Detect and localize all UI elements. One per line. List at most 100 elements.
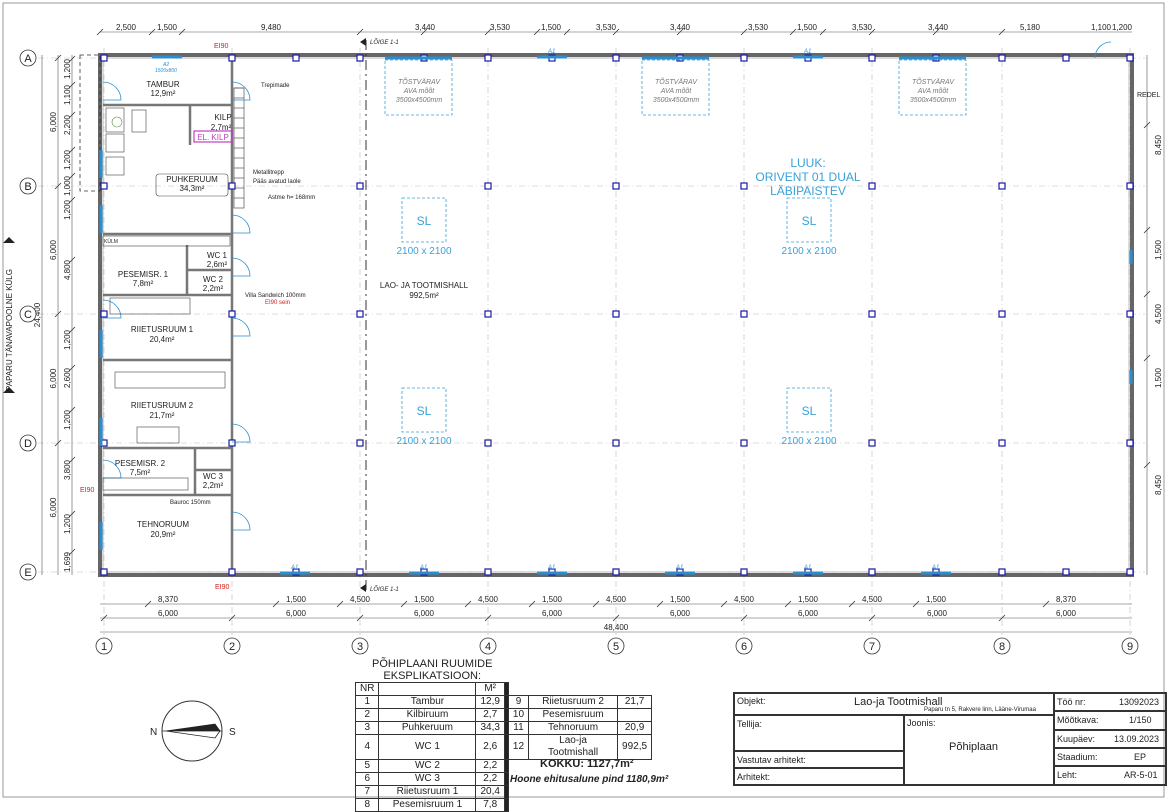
gate-sub: AVA mõõt: [403, 88, 436, 95]
grid-bubble-label: 1: [101, 641, 107, 653]
dim-label: 6,000: [286, 609, 307, 618]
column: [998, 182, 1006, 190]
column: [1126, 439, 1134, 447]
table-cell: Kilbiruum: [378, 708, 477, 722]
table-cell: Riietusruum 2: [528, 695, 619, 709]
skylight-label: SL: [417, 214, 432, 228]
room-name: WC 2: [203, 275, 224, 284]
section-labels: LÕIGE 1-1 LÕIGE 1-1: [370, 39, 399, 593]
dim-label: 1,200: [1112, 23, 1133, 32]
grid-bubble-label: 4: [485, 641, 491, 653]
column: [356, 568, 364, 576]
table-cell: WC 3: [378, 772, 477, 786]
skylight-size: 2100 x 2100: [781, 436, 836, 447]
dim-label: 6,000: [670, 609, 691, 618]
dim-label: 6,000: [542, 609, 563, 618]
grid-bubble-label: 2: [229, 641, 235, 653]
dim-label: 4,500: [1154, 303, 1163, 324]
room-area: 20,4m²: [150, 335, 175, 344]
room-area: 21,7m²: [150, 411, 175, 420]
dim-label: 6,000: [158, 609, 179, 618]
column: [100, 182, 108, 190]
column: [1126, 568, 1134, 576]
column: [484, 310, 492, 318]
dim-label: 3,440: [670, 23, 691, 32]
column: [612, 54, 620, 62]
note-redel: REDEL: [1137, 92, 1160, 99]
dim-label: 6,000: [49, 497, 58, 518]
column: [228, 54, 236, 62]
column: [1126, 54, 1134, 62]
dim-label: 3,530: [852, 23, 873, 32]
column: [612, 310, 620, 318]
grid-bubble-label: 6: [741, 641, 747, 653]
gate-sub: AVA mõõt: [660, 88, 693, 95]
room-area: 992,5m²: [409, 291, 439, 300]
column: [356, 439, 364, 447]
column: [356, 310, 364, 318]
dim-label: 1,500: [798, 595, 819, 604]
column: [100, 310, 108, 318]
gate-size: 3500x4500mm: [910, 97, 956, 104]
door: [231, 257, 251, 277]
tb-toonr-label: Töö nr:: [1057, 697, 1086, 707]
column: [612, 182, 620, 190]
table-cell: 34,3: [475, 721, 505, 735]
skylights: SL 2100 x 2100 SL 2100 x 2100 SL 2100 x 2100 S…: [396, 197, 837, 447]
stairs: [233, 87, 245, 209]
table-cell: Lao-ja Tootmishall: [528, 734, 619, 760]
room-name: PESEMISR. 2: [115, 459, 166, 468]
gate-size: 3500x4500mm: [653, 97, 699, 104]
table-cell: 2,6: [475, 734, 505, 760]
dim-label: 3,440: [928, 23, 949, 32]
room-name: KILP: [214, 113, 231, 122]
compass: N S: [150, 700, 236, 762]
column: [998, 54, 1006, 62]
street-side: PAPARU TÄNAVAPOOLNE KÜLG: [3, 237, 15, 393]
dim-label: 3,440: [415, 23, 436, 32]
dim-label: 1,500: [670, 595, 691, 604]
column: [868, 568, 876, 576]
table-cell: NR: [354, 682, 380, 696]
dim-label: 6,000: [49, 239, 58, 260]
room-name: LAO- JA TOOTMISHALL: [380, 281, 469, 290]
floor-plan: A1 A1 A1 A1 A1 A1 A1 A1 A 2 1500x800 2,500 1,500 9,4…: [2, 2, 1165, 798]
room-area: 2,7m²: [211, 123, 232, 132]
dim-label: 6,000: [927, 609, 948, 618]
room-name: WC 1: [207, 251, 228, 260]
room-name: PESEMISR. 1: [118, 270, 169, 279]
column: [100, 568, 108, 576]
table-cell: WC 2: [378, 759, 477, 773]
dim-label: 4,800: [63, 259, 72, 280]
table-cell: 7,8: [475, 798, 505, 812]
dim-label: 3,800: [63, 459, 72, 480]
table-cell: WC 1: [378, 734, 477, 760]
hatch-line-1: LUUK:: [790, 156, 825, 170]
section-label-bottom: LÕIGE 1-1: [370, 586, 399, 593]
dim-label: 2,600: [63, 367, 72, 388]
room-area: 20,9m²: [151, 530, 176, 539]
skylight-label: SL: [802, 404, 817, 418]
grid-bubble-label: C: [24, 309, 32, 321]
tb-address: Paparu tn 5, Rakvere linn, Lääne-Virumaa: [924, 707, 1036, 713]
tb-mootkava: 1/150: [1129, 715, 1152, 725]
dim-label: 1,500: [541, 23, 562, 32]
dim-label: 9,480: [261, 23, 282, 32]
door: [231, 214, 251, 234]
table-cell: 3: [354, 721, 380, 735]
column: [484, 182, 492, 190]
table-cell: 8: [354, 798, 380, 812]
tb-kuupaev-label: Kuupäev:: [1057, 734, 1096, 744]
explication-table: NR M² 1 Tambur 12,9 9 Riietusruum 2 21,7 2 Kilbir…: [354, 682, 653, 812]
street-label: PAPARU TÄNAVAPOOLNE KÜLG: [5, 269, 14, 391]
gate-title: TÕSTVÄRAV: [398, 77, 441, 86]
column: [228, 310, 236, 318]
section-arrow-top: [360, 38, 366, 46]
table-row: 8 Pesemisruum 1 7,8: [354, 798, 652, 812]
table-cell: 2: [354, 708, 380, 722]
table-cell: 1: [354, 695, 380, 709]
table-row: 1 Tambur 12,9 9 Riietusruum 2 21,7: [354, 695, 653, 709]
skylight-size: 2100 x 2100: [781, 246, 836, 257]
note-bauroc: Bauroc 150mm: [170, 500, 211, 506]
window-tag: 1500x800: [155, 68, 177, 74]
